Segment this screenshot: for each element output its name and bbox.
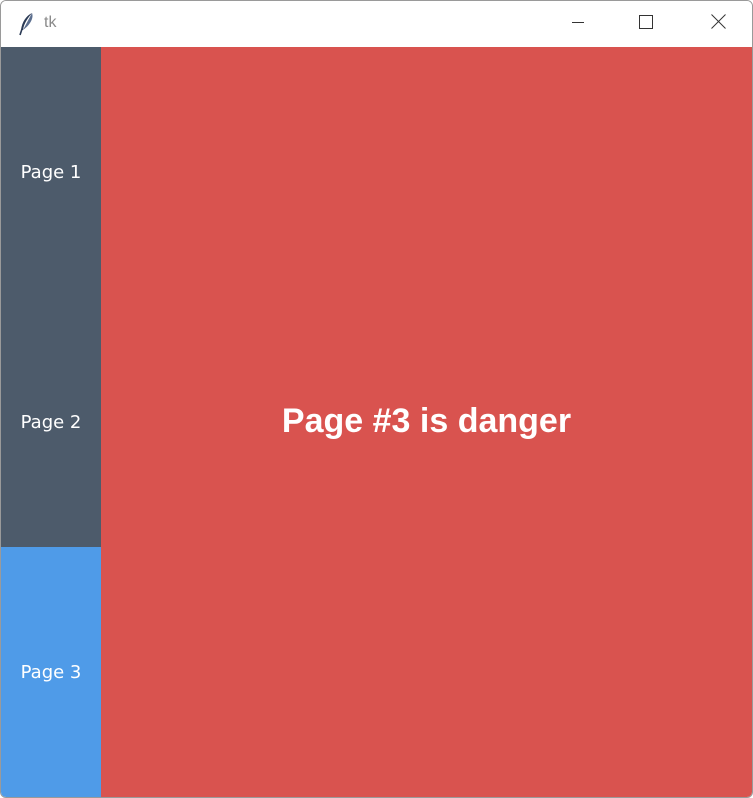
maximize-button[interactable]	[612, 1, 680, 47]
sidebar-item-label: Page 2	[20, 411, 82, 433]
minimize-icon	[571, 15, 585, 34]
feather-icon	[17, 12, 37, 36]
window-title: tk	[44, 14, 57, 31]
minimize-button[interactable]	[544, 1, 612, 47]
app-window: tk Page 1 Page 2 Page 3 Page #3 is dange…	[0, 0, 753, 798]
sidebar-nav: Page 1 Page 2 Page 3	[1, 47, 101, 797]
page-heading: Page #3 is danger	[281, 401, 572, 440]
title-bar[interactable]: tk	[1, 1, 752, 47]
maximize-icon	[639, 14, 653, 34]
sidebar-item-page-1[interactable]: Page 1	[1, 47, 101, 297]
page-content: Page #3 is danger	[101, 47, 752, 797]
close-button[interactable]	[684, 1, 752, 47]
sidebar-item-label: Page 1	[20, 161, 82, 183]
close-icon	[710, 14, 726, 34]
sidebar-item-page-2[interactable]: Page 2	[1, 297, 101, 547]
sidebar-item-label: Page 3	[20, 661, 82, 683]
sidebar-item-page-3[interactable]: Page 3	[1, 547, 101, 797]
